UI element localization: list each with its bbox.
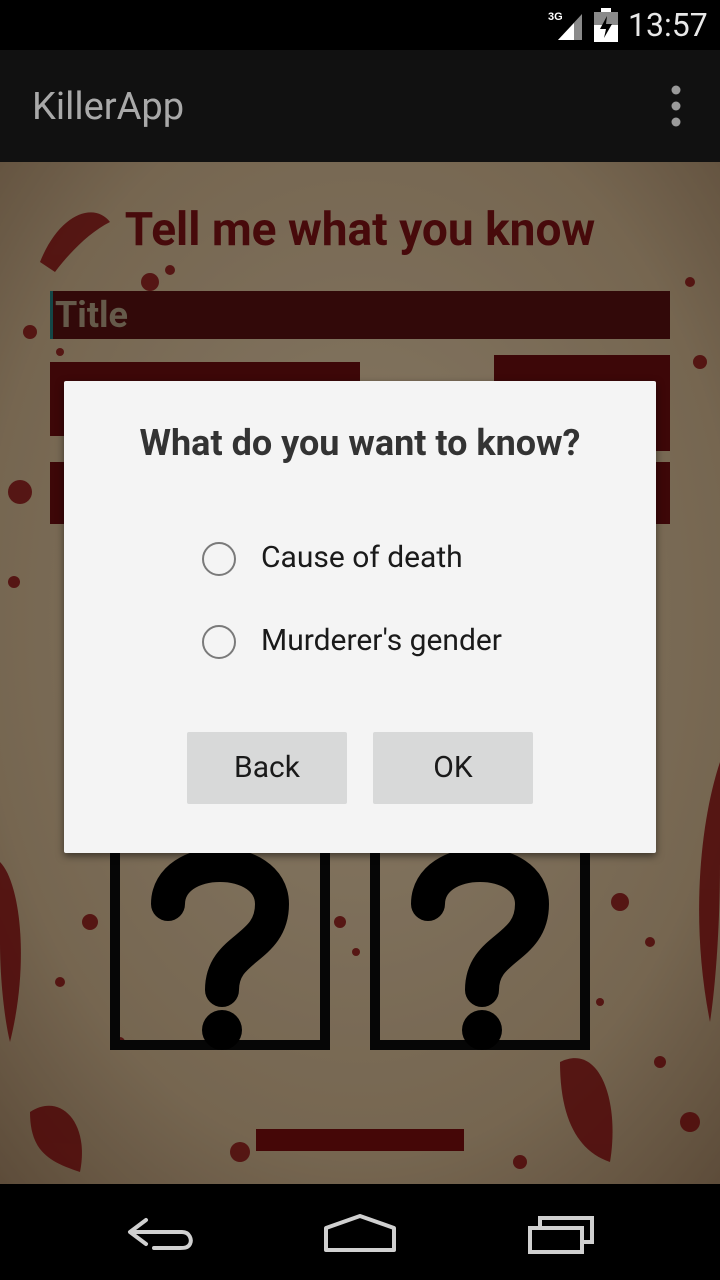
svg-text:3G: 3G [548, 11, 563, 23]
radio-button[interactable] [202, 542, 236, 576]
option-label: Murderer's gender [261, 623, 502, 658]
option-cause-of-death[interactable]: Cause of death [200, 530, 580, 590]
signal-3g-icon: 3G [548, 11, 582, 40]
back-button[interactable]: Back [187, 732, 347, 804]
option-label: Cause of death [261, 540, 463, 575]
action-bar: KillerApp [0, 50, 720, 162]
ok-button[interactable]: OK [373, 732, 533, 804]
status-bar: 3G 13:57 [0, 0, 720, 50]
dialog-title: What do you want to know? [139, 422, 581, 464]
clock: 13:57 [628, 6, 708, 44]
overflow-menu-icon[interactable] [656, 80, 696, 132]
radio-button[interactable] [202, 625, 236, 659]
back-icon[interactable] [124, 1208, 196, 1256]
home-icon[interactable] [322, 1208, 398, 1256]
option-murderers-gender[interactable]: Murderer's gender [200, 613, 580, 673]
navigation-bar [0, 1184, 720, 1280]
battery-icon [594, 8, 618, 42]
recents-icon[interactable] [526, 1208, 598, 1256]
app-title: KillerApp [32, 85, 185, 129]
question-dialog: What do you want to know? Cause of death… [64, 381, 656, 853]
